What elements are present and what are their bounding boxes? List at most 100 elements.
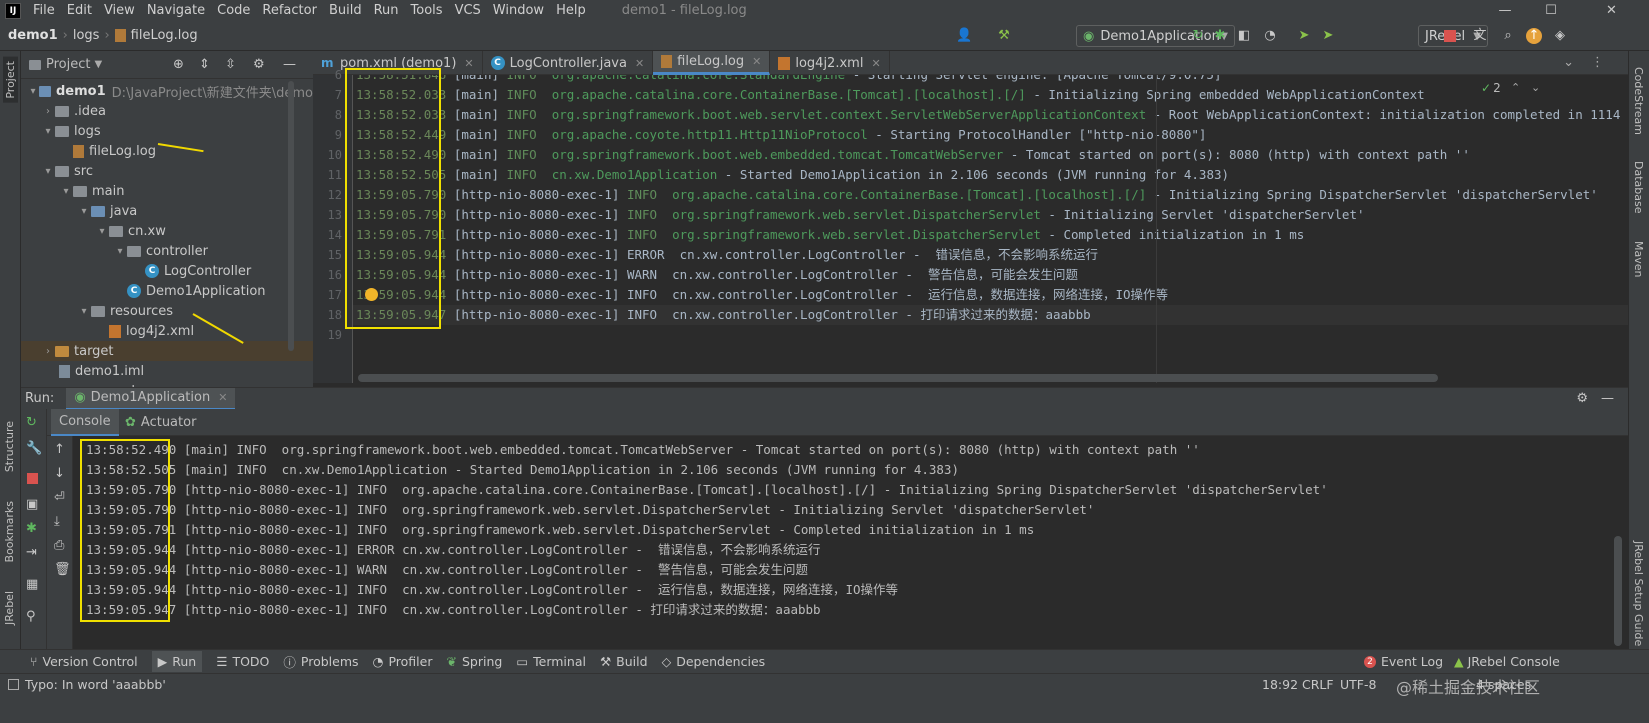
chevron-down-icon[interactable]: ⌄ — [1531, 81, 1540, 94]
translate-icon[interactable]: 文 — [1472, 28, 1488, 44]
tab-actuator[interactable]: ✿ Actuator — [117, 409, 204, 436]
maximize-icon[interactable]: ☐ — [1528, 0, 1574, 21]
exit-icon[interactable]: ⇥ — [26, 545, 37, 560]
tree-item-controller[interactable]: ▾ controller — [21, 241, 313, 261]
expand-all-icon[interactable]: ⇕ — [199, 57, 210, 72]
minimize-icon[interactable]: — — [1482, 0, 1528, 21]
line-separator[interactable]: CRLF — [1302, 677, 1334, 692]
tab-list-icon[interactable]: ⌄ — [1563, 55, 1574, 70]
tool-run[interactable]: ▶ Run — [151, 651, 203, 672]
tree-item-logs[interactable]: ▾ logs — [21, 121, 313, 141]
tree-item-src[interactable]: ▾ src — [21, 161, 313, 181]
menu-help[interactable]: Help — [550, 3, 592, 18]
trash-icon[interactable]: 🗑 — [54, 562, 71, 577]
print-icon[interactable]: ⎙ — [54, 538, 64, 553]
project-scrollbar[interactable] — [288, 81, 294, 351]
update-icon[interactable]: ↑ — [1526, 28, 1542, 44]
tree-item-cn-xw[interactable]: ▾ cn.xw — [21, 221, 313, 241]
wrench-icon[interactable]: 🔧 — [26, 441, 42, 456]
debug-bug-icon[interactable]: ✱ — [1212, 28, 1228, 44]
inspection-check-icon[interactable]: ✓ 2 — [1481, 81, 1501, 95]
pin-icon[interactable]: ⚲ — [26, 609, 36, 624]
tool-version-control[interactable]: ⑂ Version Control — [30, 654, 138, 669]
caret-position[interactable]: 18:92 — [1262, 677, 1298, 692]
tree-item-demo1[interactable]: ▾ demo1 D:\JavaProject\新建文件夹\demo — [21, 81, 313, 101]
menu-navigate[interactable]: Navigate — [141, 3, 211, 18]
tree-item-target[interactable]: › target — [21, 341, 313, 361]
soft-wrap-icon[interactable]: ⏎ — [54, 490, 65, 505]
layout-icon[interactable]: ▦ — [26, 577, 38, 592]
camera-icon[interactable]: ▣ — [26, 497, 38, 512]
console-output[interactable]: 13:58:52.490 [main] INFO org.springframe… — [74, 436, 1628, 649]
file-encoding[interactable]: UTF-8 — [1340, 677, 1376, 692]
tree-item-java[interactable]: ▾ java — [21, 201, 313, 221]
stop-icon[interactable] — [27, 473, 38, 484]
jrebel-debug-icon[interactable]: ➤ — [1320, 28, 1336, 44]
close-window-icon[interactable]: ✕ — [1574, 0, 1649, 21]
rerun-icon[interactable]: ↻ — [26, 415, 37, 430]
hide-panel-icon[interactable]: — — [1601, 391, 1614, 406]
tab-logcontroller[interactable]: C LogController.java ✕ — [483, 51, 654, 75]
scroll-to-end-icon[interactable]: ⤓ — [54, 514, 60, 529]
arrow-up-icon[interactable]: ↑ — [54, 442, 65, 457]
bookmarks-tool-tab[interactable]: Bookmarks — [3, 501, 16, 562]
codestream-tool-tab[interactable]: CodeStream — [1632, 67, 1645, 135]
breadcrumb-logs[interactable]: logs — [73, 28, 100, 43]
tree-item-demo1application[interactable]: C Demo1Application — [21, 281, 313, 301]
menu-build[interactable]: Build — [323, 3, 368, 18]
ide-logo-icon[interactable]: ◈ — [1552, 28, 1568, 44]
menu-window[interactable]: Window — [487, 3, 550, 18]
tree-item-logcontroller[interactable]: C LogController — [21, 261, 313, 281]
structure-tool-tab[interactable]: Structure — [3, 421, 16, 472]
jrebel-tool-tab[interactable]: JRebel — [3, 591, 16, 625]
tab-log4j2[interactable]: log4j2.xml ✕ — [770, 51, 890, 75]
menu-refactor[interactable]: Refactor — [256, 3, 323, 18]
tree-item-idea[interactable]: › .idea — [21, 101, 313, 121]
close-icon[interactable]: ✕ — [218, 391, 227, 404]
menu-edit[interactable]: Edit — [61, 3, 98, 18]
hide-panel-icon[interactable]: — — [283, 57, 296, 72]
tree-item-log4j2[interactable]: log4j2.xml — [21, 321, 313, 341]
menu-code[interactable]: Code — [211, 3, 256, 18]
tool-dependencies[interactable]: ◇ Dependencies — [662, 654, 766, 669]
arrow-down-icon[interactable]: ↓ — [54, 466, 65, 481]
tool-profiler[interactable]: ◔ Profiler — [373, 654, 433, 669]
user-icon[interactable]: 👤 — [956, 28, 972, 44]
tree-item-main[interactable]: ▾ main — [21, 181, 313, 201]
menu-view[interactable]: View — [98, 3, 141, 18]
project-panel-title[interactable]: Project — [46, 57, 90, 72]
indent-setting[interactable]: 4 spaces — [1476, 677, 1531, 692]
jrebel-run-icon[interactable]: ➤ — [1296, 28, 1312, 44]
menu-tools[interactable]: Tools — [405, 3, 449, 18]
menu-file[interactable]: File — [27, 3, 61, 18]
breadcrumb-project[interactable]: demo1 — [8, 28, 58, 43]
build-hammer-icon[interactable]: ⚒ — [996, 28, 1012, 44]
chevron-down-icon[interactable]: ▼ — [94, 59, 102, 70]
menu-vcs[interactable]: VCS — [449, 3, 487, 18]
editor-horizontal-scrollbar[interactable] — [358, 374, 1438, 382]
maven-tool-tab[interactable]: Maven — [1632, 241, 1645, 277]
jrebel-setup-guide-tab[interactable]: JRebel Setup Guide — [1632, 541, 1645, 646]
stop-icon[interactable] — [1444, 30, 1456, 42]
tool-jrebel-console[interactable]: ▲ JRebel Console — [1454, 654, 1560, 669]
tab-filelog[interactable]: fileLog.log ✕ — [653, 51, 771, 75]
project-tool-tab[interactable]: Project — [3, 57, 18, 103]
tab-console[interactable]: Console — [51, 409, 119, 436]
tool-problems[interactable]: ⓘ Problems — [283, 652, 358, 671]
menu-run[interactable]: Run — [368, 3, 405, 18]
gear-icon[interactable]: ⚙ — [1576, 391, 1588, 406]
console-scrollbar[interactable] — [1614, 536, 1622, 646]
editor-content[interactable]: 13:58:51.846 [main] INFO org.apache.cata… — [353, 75, 1628, 383]
tree-item-resources[interactable]: ▾ resources — [21, 301, 313, 321]
gear-icon[interactable]: ⚙ — [253, 57, 265, 72]
chevron-up-icon[interactable]: ⌃ — [1511, 81, 1520, 94]
breadcrumb-file[interactable]: fileLog.log — [131, 28, 198, 43]
collapse-all-icon[interactable]: ⇳ — [225, 57, 236, 72]
coverage-icon[interactable]: ◧ — [1236, 28, 1252, 44]
status-message[interactable]: Typo: In word 'aaabbb' — [8, 677, 166, 692]
profiler-icon[interactable]: ◔ — [1262, 28, 1278, 44]
tool-terminal[interactable]: ▭ Terminal — [516, 654, 586, 669]
debug-icon[interactable]: ✱ — [26, 521, 37, 536]
search-everywhere-icon[interactable]: ⌕ — [1500, 28, 1516, 44]
tool-todo[interactable]: ☰ TODO — [216, 654, 269, 669]
